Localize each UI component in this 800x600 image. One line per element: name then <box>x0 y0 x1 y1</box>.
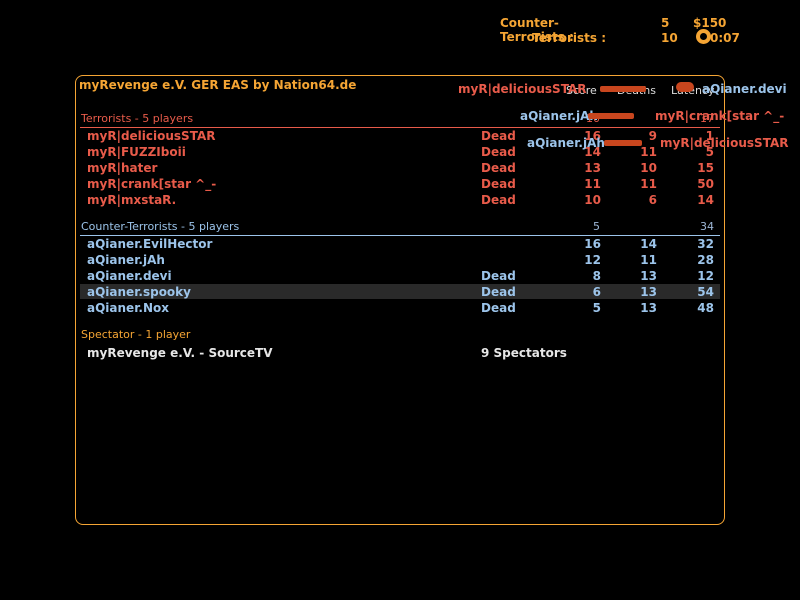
player-latency: 14 <box>697 193 714 207</box>
player-score: 13 <box>584 161 601 175</box>
table-row[interactable]: myR|FUZZIboii Dead 14 11 5 <box>80 144 720 159</box>
player-status: Dead <box>481 129 516 143</box>
player-status: Dead <box>481 193 516 207</box>
player-name: myR|FUZZIboii <box>87 145 186 159</box>
player-latency: 50 <box>697 177 714 191</box>
t-label: Terrorists : <box>532 31 606 45</box>
player-score: 6 <box>592 285 601 299</box>
player-deaths: 11 <box>640 177 657 191</box>
ct-section-title: Counter-Terrorists - 5 players <box>81 220 240 233</box>
rifle-icon <box>600 86 646 92</box>
t-score: 10 <box>661 31 678 45</box>
timer-text: 0:07 <box>710 31 740 45</box>
spectator-section-title: Spectator - 1 player <box>81 328 191 341</box>
player-latency: 48 <box>697 301 714 315</box>
player-deaths: 11 <box>640 145 657 159</box>
killfeed-killer: aQianer.jAh <box>520 109 598 123</box>
table-row[interactable]: aQianer.Nox Dead 5 13 48 <box>80 300 720 315</box>
player-name: aQianer.EvilHector <box>87 237 213 251</box>
rifle-icon <box>604 140 642 146</box>
table-row[interactable]: myR|crank[star ^_- Dead 11 11 50 <box>80 176 720 191</box>
player-status: Dead <box>481 269 516 283</box>
player-name: aQianer.Nox <box>87 301 169 315</box>
killfeed-victim: myR|deliciousSTAR <box>660 136 789 150</box>
player-name: aQianer.spooky <box>87 285 191 299</box>
player-score: 5 <box>592 301 601 315</box>
table-row[interactable]: aQianer.jAh 12 11 28 <box>80 252 720 267</box>
table-row[interactable]: aQianer.devi Dead 8 13 12 <box>80 268 720 283</box>
player-score: 11 <box>584 177 601 191</box>
player-deaths: 13 <box>640 285 657 299</box>
rifle-icon <box>588 113 634 119</box>
player-status: Dead <box>481 177 516 191</box>
player-latency: 28 <box>697 253 714 267</box>
team-scores-hud: Counter-Terrorists : 5 $150 Terrorists :… <box>500 16 740 46</box>
player-latency: 32 <box>697 237 714 251</box>
killfeed-killer: aQianer.jAh <box>527 136 605 150</box>
t-score-row: Terrorists : 10 0:07 <box>500 29 740 46</box>
ct-team-score: 5 <box>593 220 600 233</box>
money-amount: $150 <box>693 16 727 30</box>
rifle-icon <box>676 82 694 92</box>
player-score: 16 <box>584 237 601 251</box>
player-deaths: 14 <box>640 237 657 251</box>
killfeed-victim: aQianer.devi <box>702 82 787 96</box>
player-deaths: 6 <box>648 193 657 207</box>
table-row-selected[interactable]: aQianer.spooky Dead 6 13 54 <box>80 284 720 299</box>
player-deaths: 10 <box>640 161 657 175</box>
table-row[interactable]: myR|hater Dead 13 10 15 <box>80 160 720 175</box>
player-status: Dead <box>481 145 516 159</box>
stopwatch-icon <box>696 29 711 44</box>
player-deaths: 11 <box>640 253 657 267</box>
ct-score: 5 <box>661 16 670 30</box>
player-status: Dead <box>481 301 516 315</box>
ct-team-latency: 34 <box>700 220 714 233</box>
player-score: 12 <box>584 253 601 267</box>
player-name: myR|mxstaR. <box>87 193 177 207</box>
killfeed-killer: myR|deliciousSTAR <box>458 82 587 96</box>
player-name: aQianer.jAh <box>87 253 165 267</box>
terrorists-section-title: Terrorists - 5 players <box>81 112 194 125</box>
player-latency: 15 <box>697 161 714 175</box>
player-score: 10 <box>584 193 601 207</box>
spectator-name: myRevenge e.V. - SourceTV <box>87 346 273 360</box>
player-deaths: 13 <box>640 301 657 315</box>
player-latency: 54 <box>697 285 714 299</box>
player-name: myR|deliciousSTAR <box>87 129 216 143</box>
player-status: Dead <box>481 161 516 175</box>
server-title: myRevenge e.V. GER EAS by Nation64.de <box>79 78 357 92</box>
spectator-count: 9 Spectators <box>481 346 567 360</box>
killfeed-victim: myR|crank[star ^_- <box>655 109 785 123</box>
player-status: Dead <box>481 285 516 299</box>
table-row[interactable]: myR|mxstaR. Dead 10 6 14 <box>80 192 720 207</box>
table-row[interactable]: aQianer.EvilHector 16 14 32 <box>80 236 720 251</box>
player-deaths: 13 <box>640 269 657 283</box>
spectator-row[interactable]: myRevenge e.V. - SourceTV 9 Spectators <box>80 345 720 360</box>
player-name: myR|crank[star ^_- <box>87 177 217 191</box>
player-latency: 12 <box>697 269 714 283</box>
player-name: myR|hater <box>87 161 158 175</box>
player-score: 8 <box>592 269 601 283</box>
player-name: aQianer.devi <box>87 269 172 283</box>
